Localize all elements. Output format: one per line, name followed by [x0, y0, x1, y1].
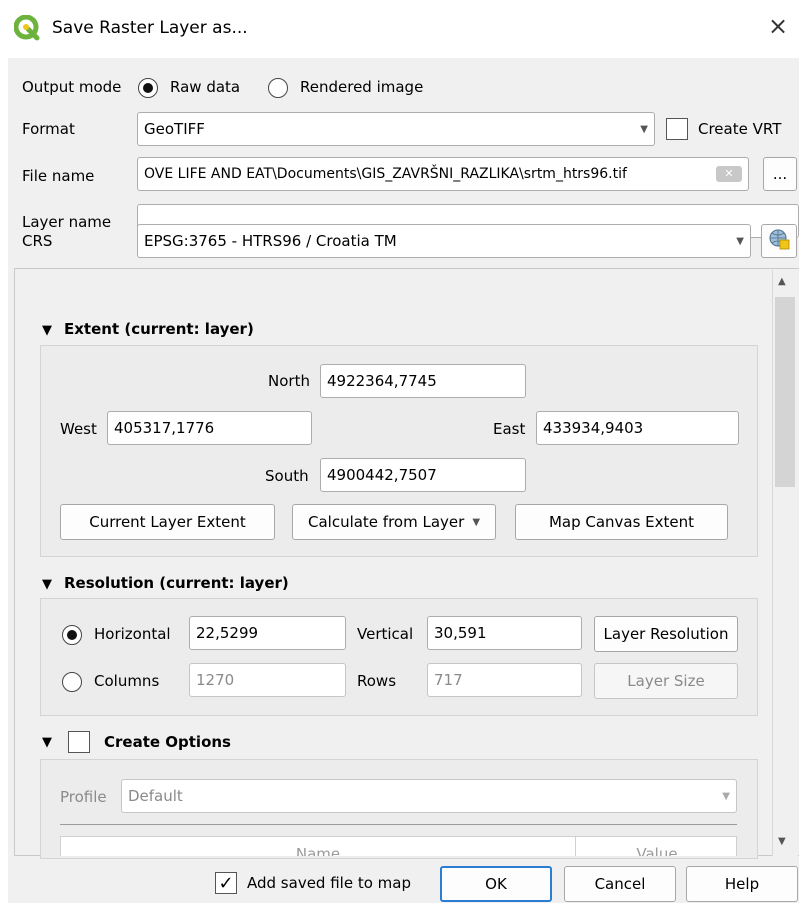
table-header-value[interactable]: Value: [576, 837, 736, 856]
output-mode-label: Output mode: [22, 78, 122, 96]
west-label: West: [60, 420, 97, 438]
collapse-arrow-icon[interactable]: ▼: [42, 323, 52, 338]
add-to-map-checkbox[interactable]: ✓: [215, 872, 237, 894]
checkmark-icon: ✓: [218, 872, 234, 894]
profile-select[interactable]: Default ▼: [121, 779, 737, 813]
calculate-from-layer-label: Calculate from Layer: [307, 513, 465, 531]
table-header-name[interactable]: Name: [61, 837, 576, 856]
columns-input[interactable]: 1270: [189, 663, 346, 697]
horizontal-radio[interactable]: [62, 625, 82, 645]
scrollbar-thumb[interactable]: [775, 297, 795, 487]
raw-data-radio[interactable]: [138, 78, 158, 98]
qgis-logo-icon: [13, 14, 40, 41]
south-input[interactable]: 4900442,7507: [320, 458, 526, 492]
east-input[interactable]: 433934,9403: [536, 411, 739, 445]
resolution-section-header[interactable]: ▼ Resolution (current: layer): [42, 574, 289, 592]
help-button[interactable]: Help: [686, 866, 798, 902]
select-crs-button[interactable]: [761, 224, 797, 258]
browse-button[interactable]: ...: [763, 157, 797, 191]
vertical-label: Vertical: [357, 625, 414, 643]
scroll-down-icon[interactable]: ▼: [778, 836, 786, 847]
chevron-down-icon: ▼: [722, 790, 730, 802]
east-label: East: [493, 420, 526, 438]
calculate-from-layer-button[interactable]: Calculate from Layer ▼: [292, 504, 496, 540]
west-input[interactable]: 405317,1776: [107, 411, 312, 445]
crs-label: CRS: [22, 232, 53, 250]
chevron-down-icon: ▼: [472, 516, 481, 528]
crs-select[interactable]: EPSG:3765 - HTRS96 / Croatia TM ▼: [137, 224, 751, 258]
collapse-arrow-icon[interactable]: ▼: [42, 735, 52, 750]
layer-resolution-button[interactable]: Layer Resolution: [594, 616, 738, 652]
north-label: North: [268, 372, 310, 390]
south-label: South: [265, 467, 309, 485]
cancel-button[interactable]: Cancel: [564, 866, 676, 902]
rows-input[interactable]: 717: [427, 663, 582, 697]
chevron-down-icon: ▼: [640, 123, 648, 135]
profile-label: Profile: [60, 788, 107, 806]
chevron-down-icon: ▼: [736, 235, 744, 247]
horizontal-input[interactable]: 22,5299: [189, 616, 346, 650]
profile-value: Default: [128, 787, 183, 805]
scroll-up-icon[interactable]: ▲: [778, 276, 786, 287]
south-value: 4900442,7507: [327, 466, 437, 484]
format-label: Format: [22, 120, 75, 138]
options-table: Name Value: [60, 836, 737, 856]
raw-data-label[interactable]: Raw data: [170, 78, 240, 96]
file-name-input[interactable]: OVE LIFE AND EAT\Documents\GIS_ZAVRŠNI_R…: [137, 157, 749, 191]
globe-icon: [768, 228, 790, 254]
columns-value: 1270: [196, 671, 235, 689]
columns-radio[interactable]: [62, 672, 82, 692]
create-options-title[interactable]: Create Options: [104, 733, 231, 751]
resolution-title: Resolution (current: layer): [64, 574, 289, 592]
rendered-image-label[interactable]: Rendered image: [300, 78, 423, 96]
north-value: 4922364,7745: [327, 372, 437, 390]
current-layer-extent-button[interactable]: Current Layer Extent: [60, 504, 275, 540]
map-canvas-extent-button[interactable]: Map Canvas Extent: [515, 504, 728, 540]
horizontal-label[interactable]: Horizontal: [94, 625, 171, 643]
format-select[interactable]: GeoTIFF ▼: [137, 112, 655, 146]
collapse-arrow-icon[interactable]: ▼: [42, 577, 52, 592]
create-vrt-checkbox[interactable]: [666, 118, 688, 140]
columns-label[interactable]: Columns: [94, 672, 159, 690]
file-name-label: File name: [22, 167, 95, 185]
create-vrt-label[interactable]: Create VRT: [698, 120, 781, 138]
create-options-checkbox[interactable]: [68, 731, 90, 753]
rows-label: Rows: [357, 672, 397, 690]
horizontal-value: 22,5299: [196, 624, 259, 642]
crs-value: EPSG:3765 - HTRS96 / Croatia TM: [144, 232, 397, 250]
file-name-value: OVE LIFE AND EAT\Documents\GIS_ZAVRŠNI_R…: [144, 166, 627, 182]
close-icon[interactable]: ×: [768, 12, 788, 40]
layer-size-button[interactable]: Layer Size: [594, 663, 738, 699]
west-value: 405317,1776: [114, 419, 215, 437]
window-title: Save Raster Layer as...: [52, 18, 248, 38]
vertical-input[interactable]: 30,591: [427, 616, 582, 650]
ok-button[interactable]: OK: [440, 866, 552, 902]
north-input[interactable]: 4922364,7745: [320, 364, 526, 398]
add-to-map-label[interactable]: Add saved file to map: [247, 874, 411, 892]
extent-section-header[interactable]: ▼ Extent (current: layer): [42, 320, 254, 338]
rendered-image-radio[interactable]: [268, 78, 288, 98]
vertical-value: 30,591: [434, 624, 487, 642]
layer-name-label: Layer name: [22, 213, 112, 231]
extent-title: Extent (current: layer): [64, 320, 254, 338]
clear-icon[interactable]: ✕: [716, 166, 742, 182]
rows-value: 717: [434, 671, 463, 689]
format-value: GeoTIFF: [144, 120, 205, 138]
divider: [60, 824, 737, 825]
east-value: 433934,9403: [543, 419, 644, 437]
